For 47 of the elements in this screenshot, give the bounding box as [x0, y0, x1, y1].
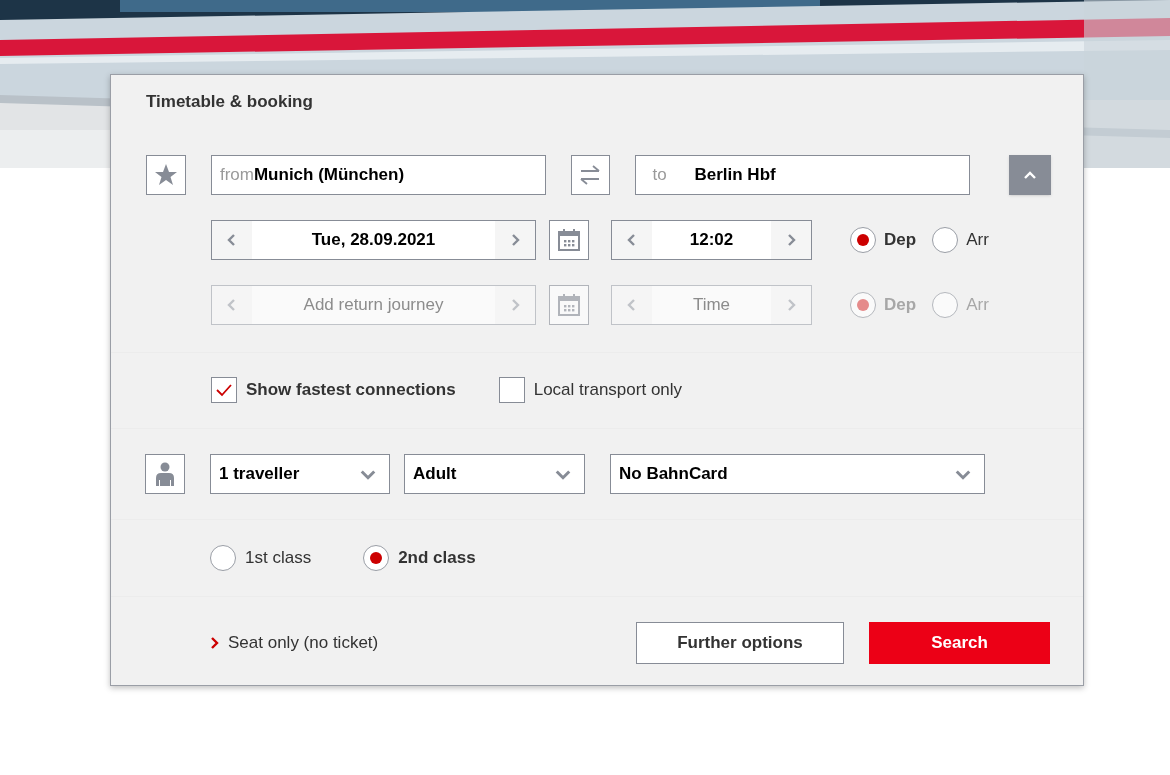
person-icon	[153, 460, 177, 487]
calendar-icon	[557, 227, 581, 252]
calendar-button[interactable]	[549, 219, 589, 260]
field-label: from	[219, 163, 254, 186]
dropdown-value: 1 traveller	[219, 462, 300, 485]
favourite-button[interactable]	[146, 154, 186, 195]
from-field[interactable]: fromMunich (München)	[210, 154, 546, 195]
chevron-right-icon	[210, 637, 220, 649]
field-value: Berlin Hbf	[694, 163, 776, 186]
checkmark-icon	[215, 383, 233, 397]
dropdown[interactable]: Adult	[404, 453, 585, 494]
dropdown-value: No BahnCard	[619, 462, 728, 485]
radio-label: 1st class	[245, 546, 312, 569]
collapse-button[interactable]	[1009, 154, 1051, 195]
radio-label: Dep	[884, 293, 917, 316]
departure-time-stepper[interactable]: 12:02	[611, 219, 812, 260]
stepper-value: 12:02	[652, 220, 771, 259]
radio-button[interactable]	[932, 226, 959, 253]
dropdown-value: Adult	[413, 462, 457, 485]
dropdown[interactable]: 1 traveller	[210, 453, 390, 494]
seat-only-link[interactable]: Seat only (no ticket)	[210, 630, 379, 656]
calendar-icon	[557, 292, 581, 317]
radio-button[interactable]	[850, 226, 876, 253]
departure-date-stepper[interactable]: Tue, 28.09.2021	[211, 219, 536, 260]
radio-label: Arr	[966, 293, 989, 316]
stepper-placeholder: Add return journey	[252, 285, 495, 324]
checkbox[interactable]	[211, 377, 237, 403]
radio-label: 2nd class	[398, 546, 476, 569]
panel-title: Timetable & booking	[146, 91, 314, 113]
stepper-placeholder: Time	[652, 285, 771, 324]
radio-label: Arr	[966, 228, 989, 251]
checkbox-label: Local transport only	[533, 379, 683, 402]
swap-button[interactable]	[570, 154, 611, 195]
stepper-value: Tue, 28.09.2021	[252, 220, 495, 259]
checkbox[interactable]	[498, 377, 525, 403]
radio-button[interactable]	[210, 544, 236, 571]
dropdown[interactable]: No BahnCard	[610, 453, 985, 494]
field-label: to	[652, 163, 668, 186]
search-button[interactable]: Search	[869, 622, 1050, 664]
field-value: Munich (München)	[253, 163, 405, 186]
checkbox-label: Show fastest connections	[246, 379, 456, 402]
radio-button[interactable]	[363, 544, 390, 571]
calendar-button[interactable]	[549, 284, 589, 325]
radio-label: Dep	[884, 228, 917, 251]
further-options-button[interactable]: Further options	[636, 622, 844, 664]
to-field[interactable]: to Berlin Hbf	[635, 154, 971, 195]
star-icon	[153, 162, 178, 187]
